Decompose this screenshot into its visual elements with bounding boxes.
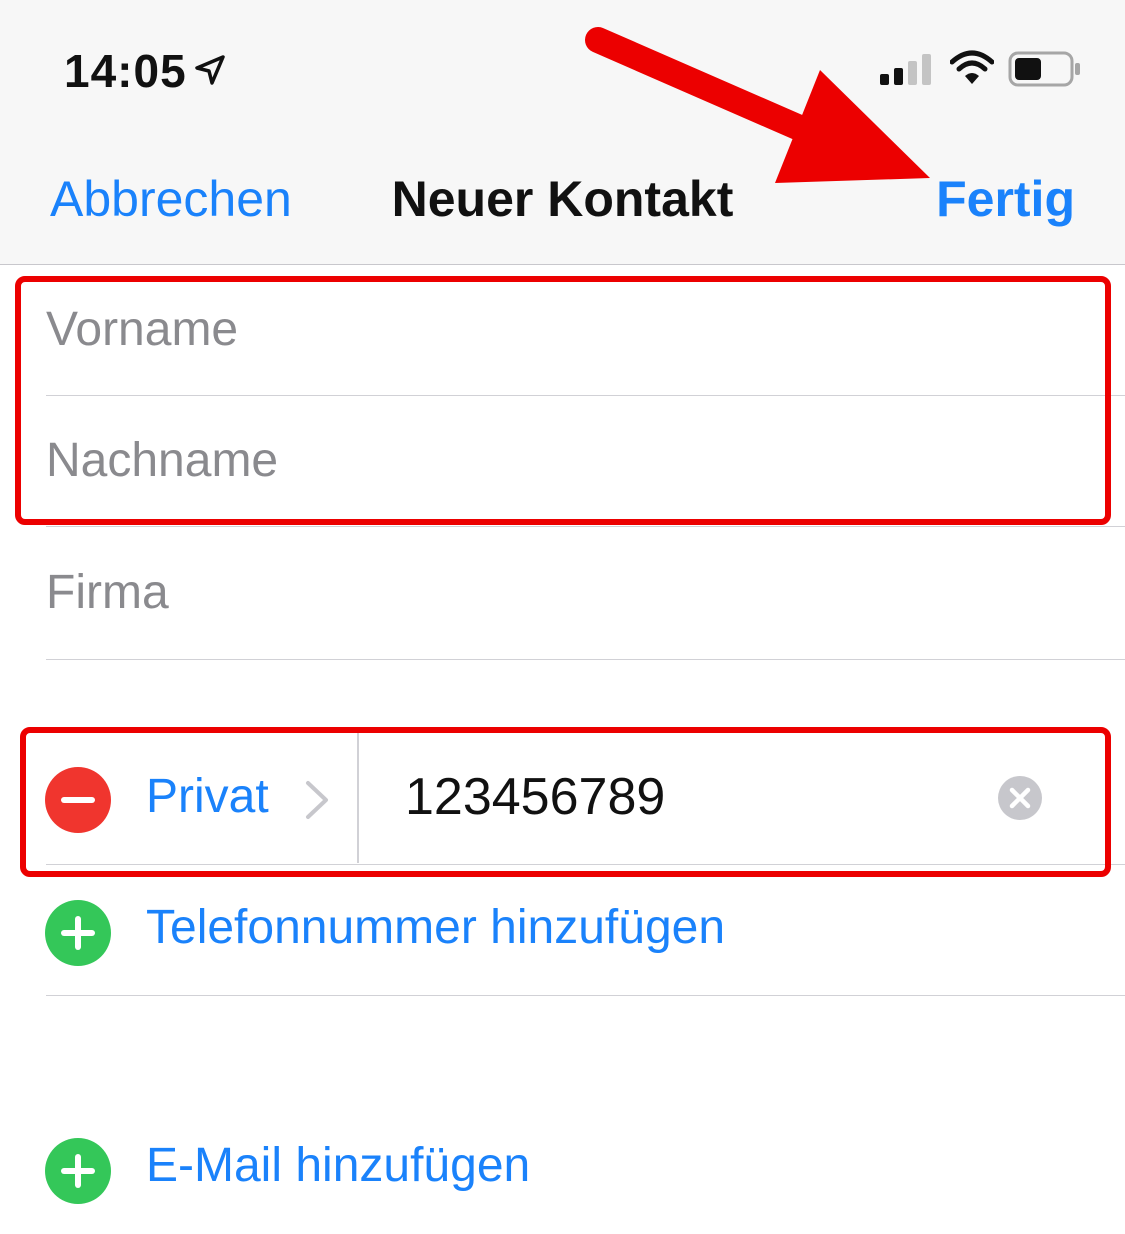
divider xyxy=(46,526,1125,527)
divider xyxy=(46,659,1125,660)
phone-type-label[interactable]: Privat xyxy=(146,769,269,824)
status-bar: 14:05 xyxy=(0,0,1125,130)
phone-number-input[interactable]: 123456789 xyxy=(405,767,665,827)
remove-phone-icon[interactable] xyxy=(45,767,111,833)
divider xyxy=(46,864,1125,865)
add-email-label[interactable]: E-Mail hinzufügen xyxy=(146,1138,530,1193)
divider xyxy=(46,995,1125,996)
add-email-icon[interactable] xyxy=(45,1138,111,1204)
battery-icon xyxy=(1008,51,1080,87)
location-arrow-icon xyxy=(195,55,225,85)
navigation-bar: Abbrechen Neuer Kontakt Fertig xyxy=(0,130,1125,265)
phone-number-row: Privat 123456789 xyxy=(0,733,1125,865)
chevron-right-icon[interactable] xyxy=(300,779,334,821)
add-phone-icon[interactable] xyxy=(45,900,111,966)
wifi-icon xyxy=(950,50,994,84)
add-email-row[interactable]: E-Mail hinzufügen xyxy=(0,1104,1125,1234)
last-name-field[interactable]: Nachname xyxy=(46,396,1125,526)
add-phone-label[interactable]: Telefonnummer hinzufügen xyxy=(146,900,725,955)
cellular-signal-icon xyxy=(880,54,931,85)
done-button[interactable]: Fertig xyxy=(936,170,1075,228)
company-field[interactable]: Firma xyxy=(46,528,1125,658)
first-name-field[interactable]: Vorname xyxy=(46,265,1125,395)
add-phone-row[interactable]: Telefonnummer hinzufügen xyxy=(0,866,1125,996)
divider xyxy=(357,733,359,863)
clear-input-icon[interactable] xyxy=(998,776,1042,820)
status-time: 14:05 xyxy=(64,45,187,97)
